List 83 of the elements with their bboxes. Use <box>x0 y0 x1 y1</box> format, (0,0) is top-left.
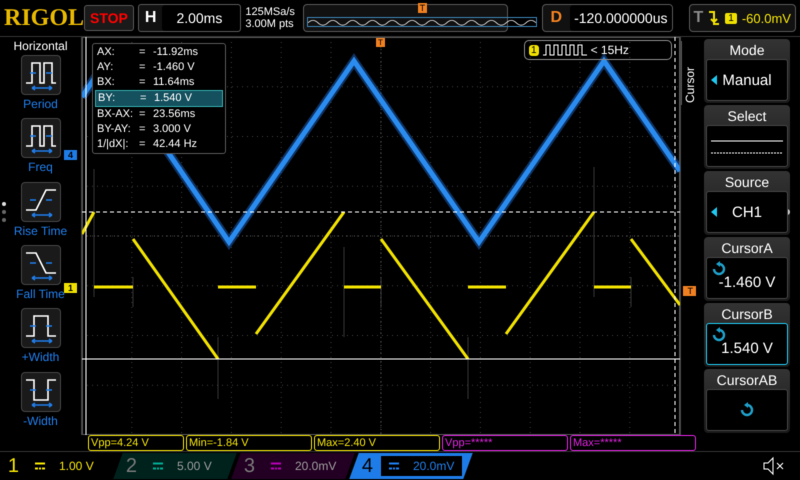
measurement-reading: Vpp=***** <box>442 435 568 451</box>
timebase-panel[interactable]: H 2.00ms <box>138 4 242 32</box>
measure-label: +Width <box>22 350 60 364</box>
channel-button[interactable]: 2 5.00 V <box>113 453 237 479</box>
measurement-reading: Vpp=4.24 V <box>88 435 184 451</box>
falling-edge-icon <box>708 10 720 26</box>
menu-value-button[interactable]: 1.540 V <box>706 323 788 365</box>
menu-item-title: Source <box>724 173 770 191</box>
menu-item-title: CursorAB <box>716 371 778 389</box>
channel-offset-marker[interactable]: 1 <box>64 283 78 293</box>
measure-label: Fall Time <box>16 286 65 301</box>
memory-depth: 3.00M pts <box>245 18 295 30</box>
menu-item-title: CursorA <box>721 239 773 257</box>
timebase-label: H <box>144 9 158 27</box>
readout-value: 3.000 V <box>153 122 192 137</box>
readout-label: BX-AX: <box>97 107 134 122</box>
equals-sign: = <box>139 60 146 75</box>
rotate-knob-icon <box>711 261 727 277</box>
readout-value: 23.56ms <box>153 107 196 122</box>
channel-button[interactable]: 3 20.0mV <box>231 453 355 479</box>
measure-label: Period <box>23 97 58 111</box>
equals-sign: = <box>140 91 148 106</box>
menu-value-button[interactable] <box>706 125 788 167</box>
trigger-panel[interactable]: T 1 -60.0mV <box>688 4 796 32</box>
readout-value: -1.460 V <box>153 60 196 75</box>
rotate-knob-icon <box>739 402 755 418</box>
trigger-level-marker[interactable]: T <box>682 286 696 296</box>
run-stop-button[interactable]: STOP <box>84 5 134 31</box>
channel-badge: 1 <box>529 44 539 56</box>
menu-value-button[interactable]: Manual <box>706 59 788 101</box>
delay-value: -120.000000us <box>570 5 672 31</box>
readout-value: 1.540 V <box>154 91 193 106</box>
measurement-reading: Max=2.40 V <box>314 435 440 451</box>
readout-value: 11.64ms <box>153 75 196 90</box>
readout-label: BY: <box>98 91 116 106</box>
trigger-label: T <box>694 9 704 27</box>
equals-sign: = <box>139 107 146 122</box>
readout-label: AY: <box>97 60 114 75</box>
readout-label: BX: <box>97 75 116 90</box>
readout-value: -11.92ms <box>153 45 200 60</box>
menu-value-button[interactable]: -1.460 V <box>706 257 788 299</box>
delay-panel[interactable]: D -120.000000us <box>542 4 672 32</box>
readout-label: BY-AY: <box>97 122 132 137</box>
equals-sign: = <box>139 137 146 152</box>
equals-sign: = <box>139 45 146 60</box>
trigger-position-marker[interactable]: T <box>376 38 385 47</box>
measure-label: Rise Time <box>14 224 68 238</box>
square-wave-icon <box>542 44 587 56</box>
equals-sign: = <box>139 75 146 90</box>
rotate-knob-icon <box>711 327 727 343</box>
readout-value: 42.44 Hz <box>153 137 198 152</box>
trigger-level-value: -60.0mV <box>742 10 791 26</box>
equals-sign: = <box>139 122 146 137</box>
left-arrow-icon <box>711 75 717 85</box>
menu-value-button[interactable]: CH1 <box>706 191 788 233</box>
measure-button[interactable] <box>20 118 60 158</box>
channel-button[interactable]: 4 20.0mV <box>349 453 473 479</box>
memory-waveform-icon <box>306 17 537 27</box>
menu-title: Horizontal <box>12 38 69 55</box>
measure-button[interactable] <box>20 55 60 95</box>
readout-label: 1/|dX|: <box>97 137 130 152</box>
measure-label: Freq <box>28 160 53 174</box>
channel-offset-marker[interactable]: 4 <box>64 150 78 160</box>
measure-button[interactable] <box>20 372 60 412</box>
menu-tab[interactable]: Cursor <box>681 41 698 105</box>
frequency-reading: < 15Hz <box>590 43 629 57</box>
measure-label: -Width <box>23 414 58 428</box>
readout-label: AX: <box>97 45 116 60</box>
delay-label: D <box>550 9 564 27</box>
trigger-position-marker: T <box>418 3 428 13</box>
timebase-value: 2.00ms <box>162 5 240 31</box>
measure-button[interactable] <box>20 244 60 285</box>
measure-button[interactable] <box>20 308 60 348</box>
menu-item-title: Mode <box>729 41 765 59</box>
menu-item-title: Select <box>728 107 766 125</box>
menu-item-title: CursorB <box>721 305 773 323</box>
measurement-reading: Max=***** <box>570 435 696 451</box>
measure-button[interactable] <box>20 182 60 222</box>
measurement-reading: Min=-1.84 V <box>186 435 312 451</box>
sample-rate: 125MSa/s <box>245 6 296 18</box>
speaker-mute-icon[interactable] <box>762 456 786 476</box>
left-arrow-icon <box>711 207 717 217</box>
trigger-source-badge: 1 <box>725 12 737 24</box>
